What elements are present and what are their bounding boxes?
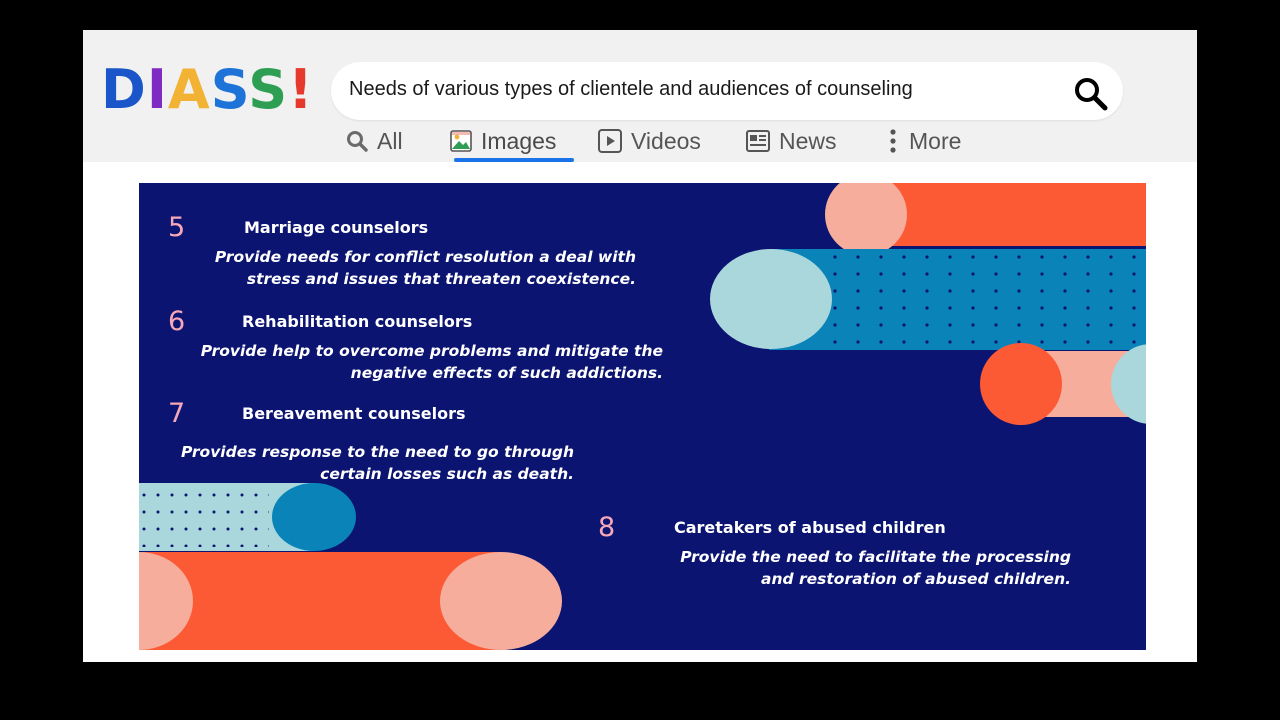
dot-pattern: [829, 255, 1146, 345]
item-description: Provides response to the need to go thro…: [181, 441, 574, 485]
play-icon: [598, 129, 622, 153]
logo-letter: D: [101, 58, 147, 121]
item-description-line: certain losses such as death.: [320, 465, 574, 483]
tab-label: Images: [481, 127, 557, 154]
item-description-line: Provide the need to facilitate the proce…: [680, 548, 1071, 566]
image-result-slide[interactable]: 5 Marriage counselors Provide needs for …: [139, 183, 1146, 650]
orange-circle: [980, 343, 1062, 425]
item-title: Bereavement counselors: [242, 404, 466, 423]
tab-more[interactable]: More: [885, 122, 961, 160]
tab-label: Videos: [631, 127, 701, 154]
item-title: Caretakers of abused children: [674, 518, 946, 537]
news-icon: [746, 130, 770, 152]
dot-pattern: [141, 489, 269, 547]
item-description-line: and restoration of abused children.: [761, 570, 1071, 588]
item-description-line: Provides response to the need to go thro…: [181, 443, 574, 461]
item-title: Marriage counselors: [244, 218, 429, 237]
search-header: DIASS! Needs of various types of cliente…: [83, 30, 1197, 162]
tab-label: More: [909, 127, 962, 154]
tab-videos[interactable]: Videos: [597, 122, 701, 160]
item-number: 8: [598, 512, 616, 543]
logo-letter: I: [146, 58, 168, 121]
image-icon: [450, 130, 472, 152]
logo[interactable]: DIASS!: [101, 58, 314, 122]
peach-circle: [440, 552, 562, 650]
logo-letter: A: [167, 58, 211, 121]
item-title: Rehabilitation counselors: [242, 312, 473, 331]
tab-images[interactable]: Images: [449, 122, 556, 160]
item-number: 7: [168, 398, 186, 429]
item-number: 6: [168, 306, 186, 337]
tab-label: News: [779, 127, 837, 154]
active-tab-indicator: [454, 158, 574, 162]
item-description-line: negative effects of such addictions.: [350, 364, 663, 382]
search-icon[interactable]: [1073, 76, 1109, 117]
teal-circle: [272, 483, 356, 551]
logo-letter: S: [210, 58, 249, 121]
orange-bar: [866, 183, 1146, 246]
item-description: Provide help to overcome problems and mi…: [201, 340, 663, 384]
item-description-line: stress and issues that threaten coexiste…: [246, 270, 636, 288]
item-description: Provide needs for conflict resolution a …: [215, 246, 636, 290]
search-query-text[interactable]: Needs of various types of clientele and …: [349, 78, 913, 101]
item-number: 5: [168, 212, 186, 243]
search-input[interactable]: Needs of various types of clientele and …: [331, 62, 1123, 120]
item-description-line: Provide help to overcome problems and mi…: [200, 342, 663, 360]
item-description-line: Provide needs for conflict resolution a …: [214, 248, 636, 266]
item-description: Provide the need to facilitate the proce…: [680, 546, 1071, 590]
search-icon: [347, 131, 368, 152]
logo-letter: S: [248, 58, 289, 121]
more-vertical-icon: [890, 129, 896, 153]
mint-circle: [710, 249, 832, 349]
logo-letter: !: [288, 58, 314, 121]
tab-news[interactable]: News: [745, 122, 837, 160]
tab-label: All: [377, 127, 403, 154]
tab-all[interactable]: All: [345, 122, 403, 160]
browser-frame: DIASS! Needs of various types of cliente…: [83, 30, 1197, 662]
